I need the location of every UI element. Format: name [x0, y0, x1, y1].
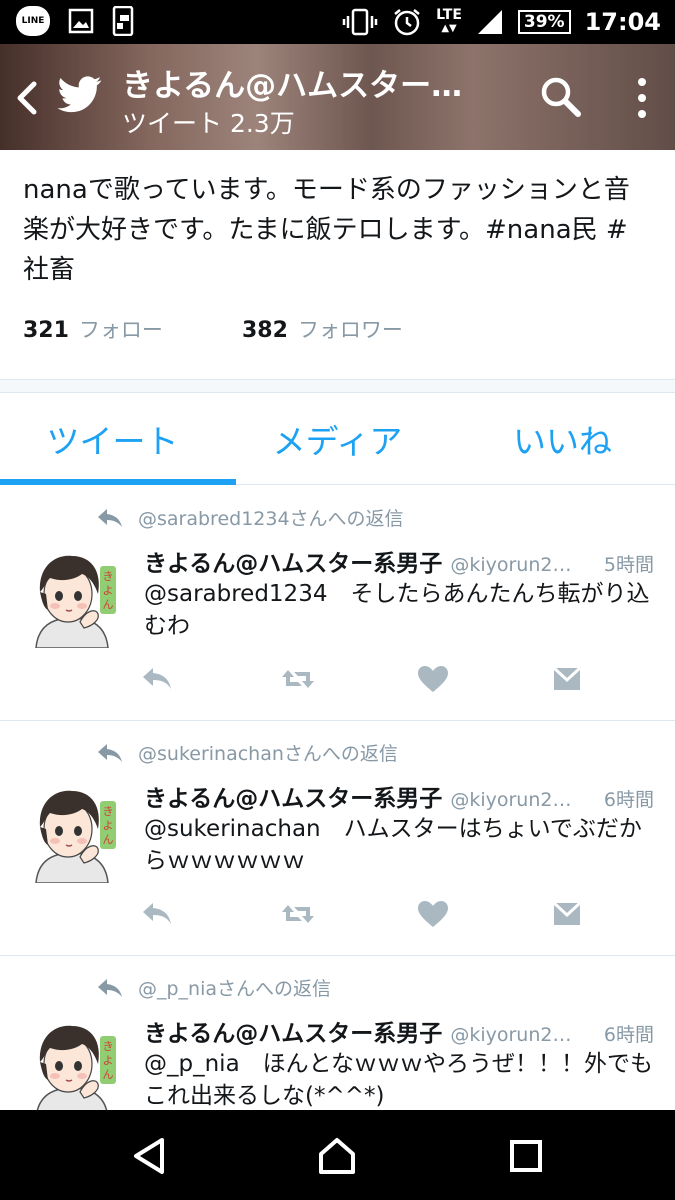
direct-message-icon[interactable] — [552, 664, 582, 694]
tweet-item[interactable]: @sarabred1234さんへの返信 き よ ん きよるん@ハムスター系男子 … — [0, 486, 675, 721]
tweet-timestamp: 5時間 — [603, 554, 654, 576]
vibrate-icon — [342, 8, 378, 36]
battery-indicator: 39% — [517, 10, 571, 34]
profile-header: きよるん@ハムスター系男子 ツイート 2.3万 — [0, 44, 675, 150]
avatar-illustration: き よ ん — [22, 1018, 120, 1118]
tweet-header: きよるん@ハムスター系男子 @kiyorun25... 5時間 — [144, 544, 654, 578]
reply-indicator-icon — [98, 978, 122, 997]
tweet-author-handle: @kiyorun25... — [450, 789, 573, 811]
tweet-item[interactable]: @sukerinachanさんへの返信 き よ ん きよるん@ハムスター系男子 … — [0, 721, 675, 956]
tweet-text: @sukerinachan ハムスターはちょいでぶだからｗｗｗｗｗｗ — [144, 816, 642, 874]
following-number: 321 — [23, 318, 69, 343]
direct-message-icon[interactable] — [552, 899, 582, 929]
tweet-author-name[interactable]: きよるん@ハムスター系男子 — [144, 544, 442, 578]
tweet-timestamp: 6時間 — [603, 1024, 654, 1046]
followers-count[interactable]: 382 フォロワー — [242, 314, 461, 344]
alarm-icon — [394, 9, 420, 36]
svg-text:ん: ん — [103, 1068, 114, 1081]
retweet-icon[interactable] — [280, 664, 316, 694]
tweet-actions — [140, 664, 590, 694]
tweet-text: @_p_nia ほんとなｗｗｗやろうぜ！！！外でもこれ出来るしな(*^^*) — [144, 1051, 653, 1109]
header-tweet-count: ツイート 2.3万 — [122, 109, 295, 138]
status-bar: LINE LTE ▲▼ 39% 17:04 — [0, 0, 675, 44]
back-icon[interactable] — [12, 78, 42, 118]
profile-bio: nanaで歌っています。モード系のファッションと音楽が大好きです。たまに飯テロし… — [23, 175, 630, 285]
twitter-bird-icon — [57, 76, 102, 113]
like-icon[interactable] — [416, 899, 450, 929]
tweet-header: きよるん@ハムスター系男子 @kiyorun25... 6時間 — [144, 779, 654, 813]
tab-tweets[interactable]: ツイート — [0, 393, 236, 485]
nav-back-icon[interactable] — [128, 1134, 172, 1178]
image-notification-icon — [68, 8, 94, 34]
svg-text:き: き — [103, 1040, 114, 1053]
avatar[interactable]: き よ ん — [22, 548, 120, 648]
tweet-header: きよるん@ハムスター系男子 @kiyorun25... 6時間 — [144, 1014, 654, 1048]
reply-icon[interactable] — [140, 664, 174, 694]
reply-context-text[interactable]: @sukerinachanさんへの返信 — [138, 739, 398, 766]
phone-notification-icon — [112, 6, 134, 36]
svg-text:き: き — [103, 805, 114, 818]
followers-label: フォロワー — [297, 318, 403, 342]
reply-indicator-icon — [98, 508, 122, 527]
tweet-author-handle: @kiyorun25... — [450, 1024, 573, 1046]
avatar[interactable]: き よ ん — [22, 783, 120, 883]
line-notification-icon: LINE — [16, 6, 50, 36]
svg-text:ん: ん — [103, 598, 114, 611]
avatar[interactable]: き よ ん — [22, 1018, 120, 1118]
svg-text:よ: よ — [103, 819, 114, 832]
profile-tabs: ツイート メディア いいね — [0, 393, 675, 485]
tab-media[interactable]: メディア — [225, 393, 450, 484]
reply-icon[interactable] — [140, 899, 174, 929]
tweet-author-handle: @kiyorun25... — [450, 554, 573, 576]
tweet-text: @sarabred1234 そしたらあんたんち転がり込むわ — [144, 581, 650, 639]
clock: 17:04 — [584, 8, 661, 36]
following-count[interactable]: 321 フォロー — [23, 314, 242, 344]
network-indicator: LTE ▲▼ — [436, 7, 462, 34]
tab-likes[interactable]: いいね — [450, 393, 675, 484]
follow-counts: 321 フォロー 382 フォロワー — [23, 314, 461, 344]
svg-text:よ: よ — [103, 584, 114, 597]
reply-context-text[interactable]: @sarabred1234さんへの返信 — [138, 504, 404, 531]
tweet-author-name[interactable]: きよるん@ハムスター系男子 — [144, 779, 442, 813]
svg-text:よ: よ — [103, 1054, 114, 1067]
retweet-icon[interactable] — [280, 899, 316, 929]
header-title: きよるん@ハムスター系男子 — [122, 68, 492, 104]
like-icon[interactable] — [416, 664, 450, 694]
reply-context-text[interactable]: @_p_niaさんへの返信 — [138, 974, 331, 1001]
nav-recents-icon[interactable] — [504, 1134, 548, 1178]
followers-number: 382 — [242, 318, 288, 343]
section-divider — [0, 379, 675, 393]
following-label: フォロー — [78, 318, 163, 342]
tweet-actions — [140, 899, 590, 929]
android-navigation-bar — [0, 1110, 675, 1200]
reply-context: @sarabred1234さんへの返信 — [96, 504, 404, 531]
avatar-illustration: き よ ん — [22, 548, 120, 648]
tweet-author-name[interactable]: きよるん@ハムスター系男子 — [144, 1014, 442, 1048]
reply-indicator-icon — [98, 743, 122, 762]
svg-text:き: き — [103, 570, 114, 583]
search-icon[interactable] — [538, 74, 582, 118]
avatar-illustration: き よ ん — [22, 783, 120, 883]
svg-text:ん: ん — [103, 833, 114, 846]
more-options-icon[interactable] — [632, 76, 652, 120]
nav-home-icon[interactable] — [315, 1134, 359, 1178]
signal-icon — [477, 10, 502, 34]
reply-context: @sukerinachanさんへの返信 — [96, 739, 398, 766]
reply-context: @_p_niaさんへの返信 — [96, 974, 331, 1001]
tweet-timestamp: 6時間 — [603, 789, 654, 811]
